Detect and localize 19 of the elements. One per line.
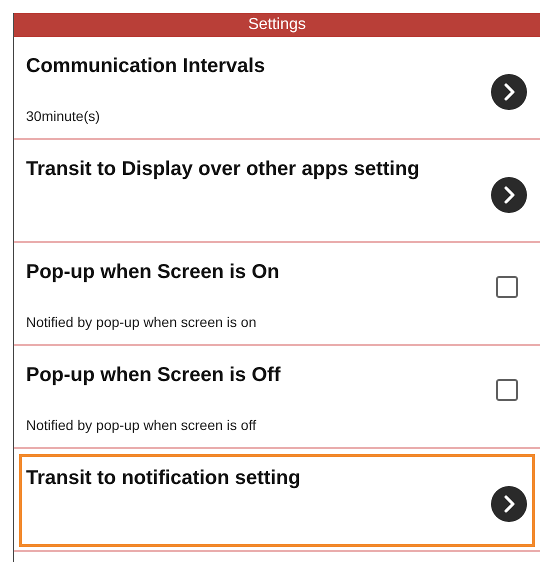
settings-item[interactable]: Transit to notification setting	[14, 449, 540, 552]
settings-item[interactable]: Pop-up when Screen is On Notified by pop-up when screen is on	[14, 243, 540, 346]
chevron-right-icon[interactable]	[490, 484, 528, 522]
item-title: Pop-up when Screen is On	[26, 261, 280, 284]
chevron-right-icon[interactable]	[490, 72, 528, 110]
header-title: Settings	[14, 13, 540, 37]
item-subtitle: Notified by pop-up when screen is off	[26, 417, 258, 433]
checkbox[interactable]	[496, 276, 518, 298]
item-title: Transit to notification setting	[26, 467, 302, 490]
settings-item[interactable]: Communication Intervals 30minute(s)	[14, 37, 540, 140]
item-title: Pop-up when Screen is Off	[26, 364, 282, 387]
settings-item[interactable]: Transit to Display over other apps setting	[14, 140, 540, 243]
settings-item[interactable]: Pop-up when Screen is Off Notified by pop-up when screen is off	[14, 346, 540, 449]
item-title: Transit to Display over other apps setting	[26, 158, 420, 181]
item-subtitle: Notified by pop-up when screen is on	[26, 314, 258, 330]
checkbox[interactable]	[496, 378, 518, 400]
item-title: Communication Intervals	[26, 55, 266, 78]
chevron-right-icon[interactable]	[490, 176, 528, 214]
item-subtitle: 30minute(s)	[26, 108, 101, 124]
